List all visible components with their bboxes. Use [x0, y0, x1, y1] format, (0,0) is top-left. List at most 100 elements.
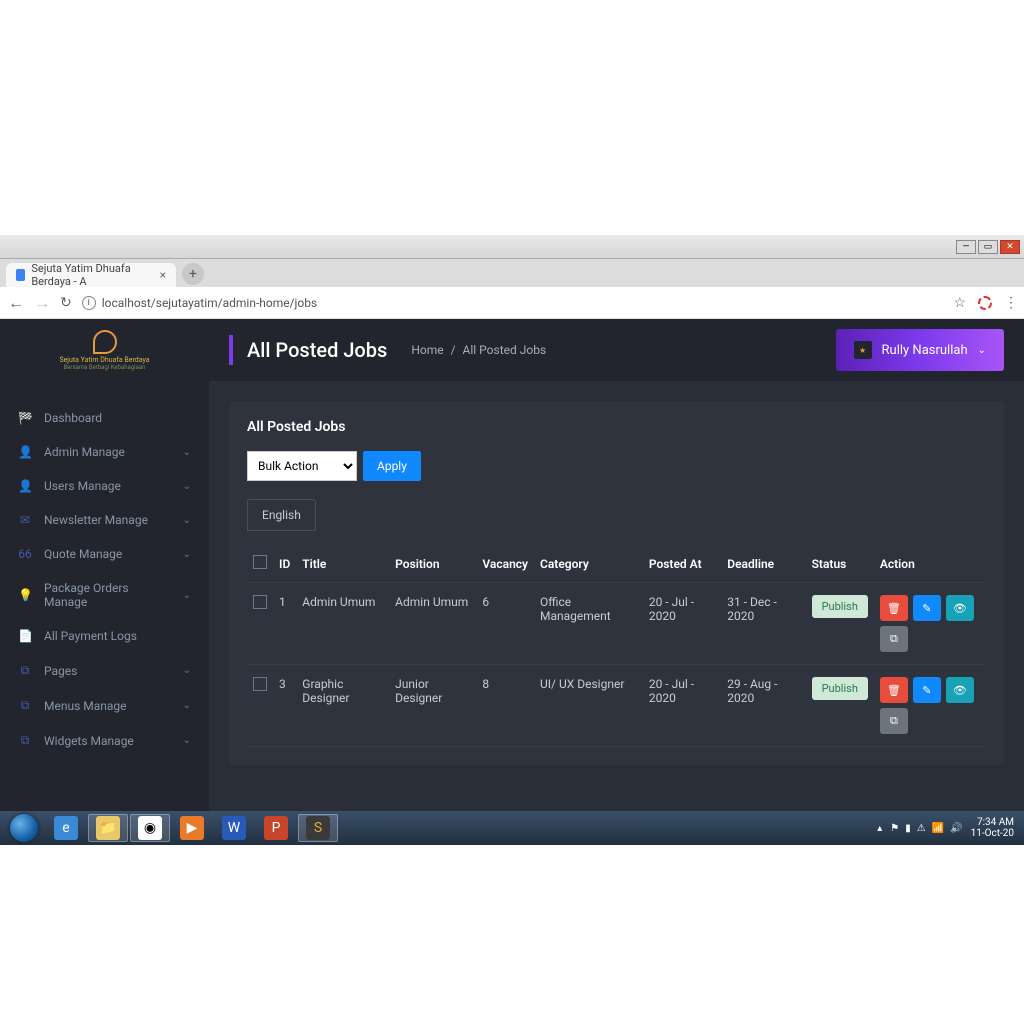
nav-label: Package Orders Manage — [44, 581, 171, 609]
battery-icon[interactable]: ▮ — [905, 823, 911, 834]
mail-icon: ✉ — [18, 513, 32, 527]
taskbar: e 📁 ◉ ▶ W P S ▴ ⚑ ▮ ⚠ 📶 🔊 7:34 AM 11-Oct… — [0, 811, 1024, 845]
row-checkbox[interactable] — [253, 677, 267, 691]
sidebar-item-dashboard[interactable]: 🏁 Dashboard — [0, 401, 209, 435]
nav-label: Admin Manage — [44, 445, 171, 459]
start-button[interactable] — [4, 814, 44, 842]
row-checkbox[interactable] — [253, 595, 267, 609]
cell-id: 1 — [273, 583, 296, 665]
cell-posted: 20 - Jul - 2020 — [643, 583, 721, 665]
logo[interactable]: Sejuta Yatim Dhuafa Berdaya Bersama Berb… — [0, 319, 209, 381]
chevron-down-icon: ⌄ — [183, 735, 191, 746]
taskbar-sublime[interactable]: S — [298, 814, 338, 842]
reload-button[interactable]: ↻ — [60, 295, 72, 311]
sidebar-item-package-orders-manage[interactable]: 💡 Package Orders Manage ⌄ — [0, 571, 209, 619]
cell-vacancy: 6 — [476, 583, 534, 665]
browser-tab[interactable]: Sejuta Yatim Dhuafa Berdaya - A × — [6, 263, 176, 287]
volume-icon[interactable]: 🔊 — [950, 823, 962, 834]
cell-id: 3 — [273, 665, 296, 747]
network-icon[interactable]: ⚠ — [917, 823, 926, 834]
extension-icon[interactable] — [978, 296, 992, 310]
select-all-checkbox[interactable] — [253, 555, 267, 569]
taskbar-word[interactable]: W — [214, 814, 254, 842]
sidebar-item-users-manage[interactable]: 👤 Users Manage ⌄ — [0, 469, 209, 503]
tray-expand-icon[interactable]: ▴ — [877, 823, 882, 834]
clock[interactable]: 7:34 AM 11-Oct-20 — [971, 817, 1014, 839]
logo-text: Sejuta Yatim Dhuafa Berdaya — [59, 356, 149, 364]
taskbar-media[interactable]: ▶ — [172, 814, 212, 842]
taskbar-chrome[interactable]: ◉ — [130, 814, 170, 842]
user-icon: 👤 — [18, 445, 32, 459]
view-button[interactable]: 👁 — [946, 677, 974, 703]
menu-icon[interactable]: ⋮ — [1004, 295, 1016, 311]
quote-icon: 66 — [18, 547, 32, 561]
logo-subtext: Bersama Berbagi Kebahagiaan — [64, 364, 146, 371]
sidebar-item-widgets-manage[interactable]: ⧉ Widgets Manage ⌄ — [0, 723, 209, 758]
windows-orb-icon — [10, 814, 38, 842]
forward-button[interactable]: → — [34, 293, 50, 313]
avatar-icon: ★ — [854, 341, 872, 359]
app-root: Sejuta Yatim Dhuafa Berdaya Bersama Berb… — [0, 319, 1024, 811]
url-text: localhost/sejutayatim/admin-home/jobs — [102, 296, 317, 310]
col-status: Status — [806, 545, 874, 583]
maximize-button[interactable]: ▭ — [978, 240, 998, 254]
signal-icon[interactable]: 📶 — [932, 823, 944, 834]
speed-icon: 🏁 — [18, 411, 32, 425]
cell-position: Admin Umum — [389, 583, 476, 665]
minimize-button[interactable]: — — [956, 240, 976, 254]
flag-icon[interactable]: ⚑ — [890, 823, 899, 834]
table-row: 3 Graphic Designer Junior Designer 8 UI/… — [247, 665, 986, 747]
topbar: All Posted Jobs Home / All Posted Jobs ★… — [209, 319, 1024, 381]
taskbar-powerpoint[interactable]: P — [256, 814, 296, 842]
back-button[interactable]: ← — [8, 293, 24, 313]
tab-close-icon[interactable]: × — [160, 268, 166, 282]
delete-button[interactable]: 🗑 — [880, 677, 908, 703]
edit-button[interactable]: ✎ — [913, 595, 941, 621]
sidebar-item-newsletter-manage[interactable]: ✉ Newsletter Manage ⌄ — [0, 503, 209, 537]
cell-posted: 20 - Jul - 2020 — [643, 665, 721, 747]
user-menu[interactable]: ★ Rully Nasrullah ⌄ — [836, 329, 1004, 371]
copy-icon: ⧉ — [18, 733, 32, 748]
chevron-down-icon: ⌄ — [183, 700, 191, 711]
col-action: Action — [874, 545, 986, 583]
cell-title: Admin Umum — [296, 583, 389, 665]
sidebar-item-all-payment-logs[interactable]: 📄 All Payment Logs — [0, 619, 209, 653]
clone-button[interactable]: ⧉ — [880, 708, 908, 734]
sidebar-item-menus-manage[interactable]: ⧉ Menus Manage ⌄ — [0, 688, 209, 723]
sidebar-item-quote-manage[interactable]: 66 Quote Manage ⌄ — [0, 537, 209, 571]
bulk-action-row: Bulk Action Apply — [247, 451, 986, 481]
col-position: Position — [389, 545, 476, 583]
sidebar-item-admin-manage[interactable]: 👤 Admin Manage ⌄ — [0, 435, 209, 469]
taskbar-explorer[interactable]: 📁 — [88, 814, 128, 842]
taskbar-ie[interactable]: e — [46, 814, 86, 842]
bookmark-icon[interactable]: ☆ — [953, 295, 966, 311]
chevron-down-icon: ⌄ — [183, 590, 191, 601]
delete-button[interactable]: 🗑 — [880, 595, 908, 621]
new-tab-button[interactable]: + — [182, 263, 204, 285]
cell-deadline: 31 - Dec - 2020 — [721, 583, 805, 665]
col-posted: Posted At — [643, 545, 721, 583]
view-button[interactable]: 👁 — [946, 595, 974, 621]
edit-button[interactable]: ✎ — [913, 677, 941, 703]
cell-category: Office Management — [534, 583, 643, 665]
clone-button[interactable]: ⧉ — [880, 626, 908, 652]
tab-english[interactable]: English — [247, 499, 316, 531]
site-info-icon[interactable]: i — [82, 296, 96, 310]
sidebar-item-pages[interactable]: ⧉ Pages ⌄ — [0, 653, 209, 688]
close-button[interactable]: ✕ — [1000, 240, 1020, 254]
blank-area — [0, 0, 1024, 235]
favicon-icon — [16, 269, 25, 281]
bulk-action-select[interactable]: Bulk Action — [247, 451, 357, 481]
tab-title: Sejuta Yatim Dhuafa Berdaya - A — [31, 262, 153, 288]
window-titlebar: — ▭ ✕ — [0, 235, 1024, 259]
apply-button[interactable]: Apply — [363, 451, 421, 481]
file-icon: 📄 — [18, 629, 32, 643]
logo-icon — [93, 330, 117, 354]
cell-category: UI/ UX Designer — [534, 665, 643, 747]
row-actions: 🗑 ✎ 👁 ⧉ — [880, 677, 980, 734]
cell-title: Graphic Designer — [296, 665, 389, 747]
col-deadline: Deadline — [721, 545, 805, 583]
breadcrumb-home[interactable]: Home — [411, 343, 443, 357]
url-field[interactable]: i localhost/sejutayatim/admin-home/jobs — [82, 296, 944, 310]
main-area: All Posted Jobs Home / All Posted Jobs ★… — [209, 319, 1024, 811]
